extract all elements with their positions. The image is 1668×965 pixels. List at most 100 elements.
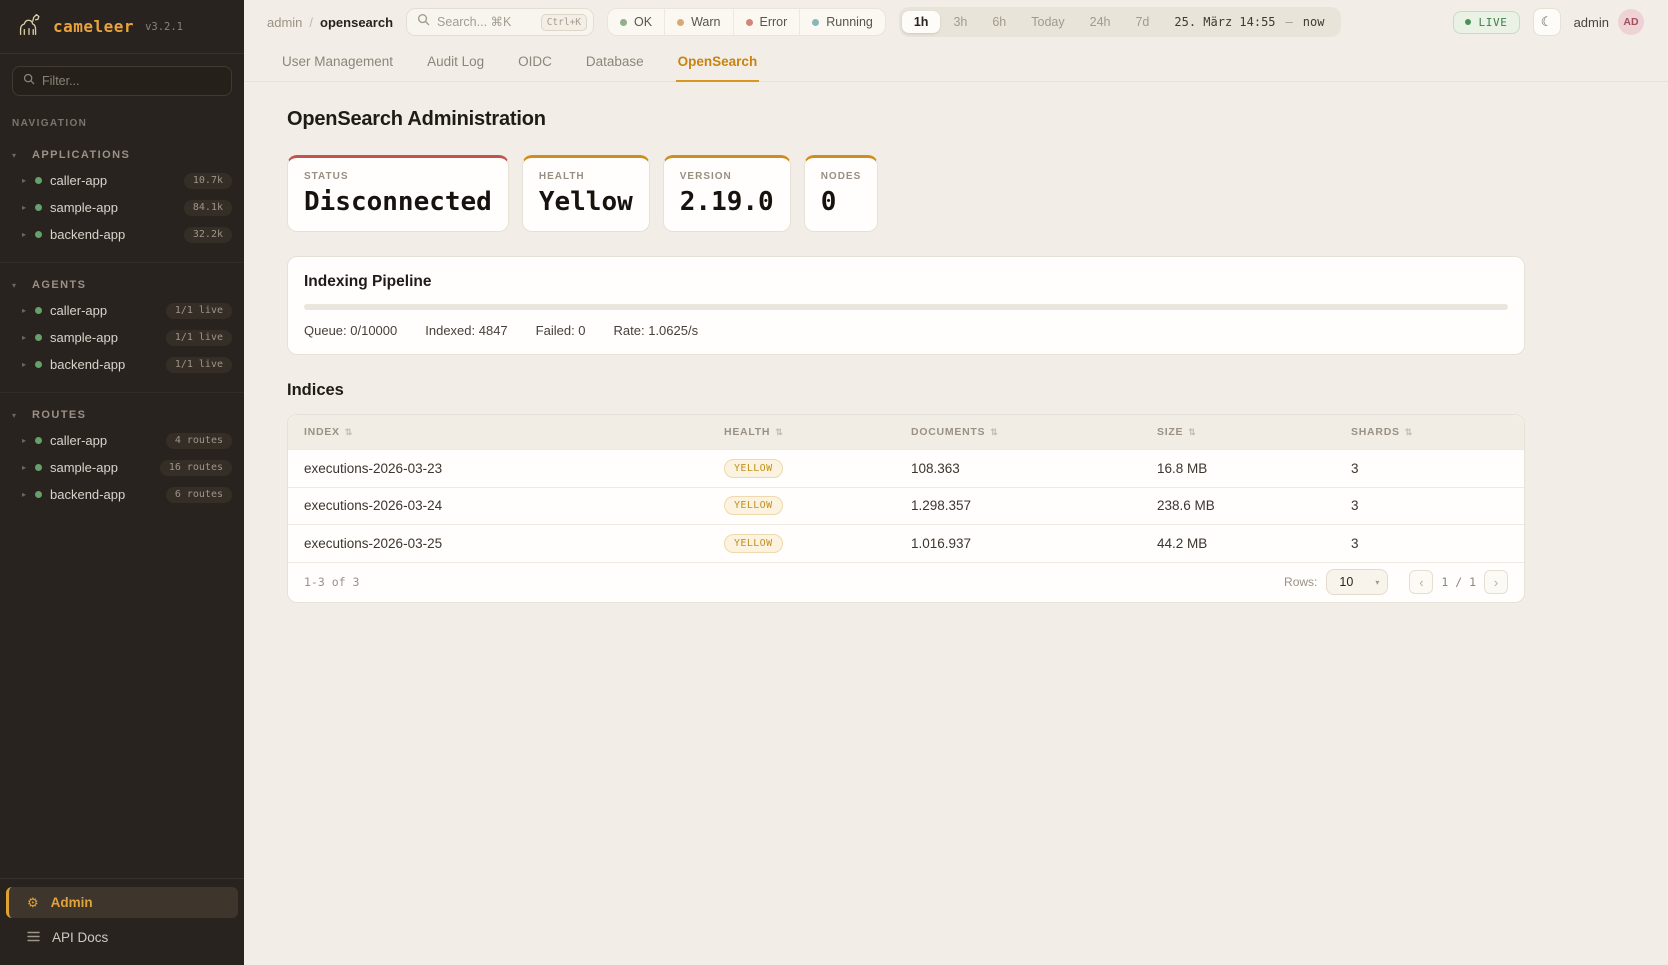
time-to: now <box>1303 15 1325 29</box>
cell-health: YELLOW <box>724 534 911 553</box>
column-header-documents[interactable]: DOCUMENTS ⇅ <box>911 426 1157 438</box>
group-header-agents[interactable]: ▾ AGENTS <box>0 273 244 297</box>
filter-running[interactable]: Running <box>799 9 885 35</box>
column-header-index[interactable]: INDEX ⇅ <box>304 426 724 438</box>
stat-cards-row: STATUS Disconnected HEALTH Yellow VERSIO… <box>287 155 1525 232</box>
table-row[interactable]: executions-2026-03-23 YELLOW 108.363 16.… <box>288 449 1524 487</box>
item-label: caller-app <box>50 303 107 318</box>
column-label: HEALTH <box>724 426 770 438</box>
status-dot <box>35 177 42 184</box>
sidebar-item-routes-caller-app[interactable]: ▸ caller-app 4 routes <box>0 427 244 454</box>
time-range-1h[interactable]: 1h <box>902 11 941 33</box>
breadcrumb-parent[interactable]: admin <box>267 15 302 30</box>
time-range-6h[interactable]: 6h <box>980 11 1018 33</box>
theme-toggle-button[interactable]: ☾ <box>1533 8 1561 36</box>
time-range-display[interactable]: 25. März 14:55 — now <box>1162 15 1338 29</box>
time-range-3h[interactable]: 3h <box>941 11 979 33</box>
column-header-health[interactable]: HEALTH ⇅ <box>724 426 911 438</box>
table-row[interactable]: executions-2026-03-25 YELLOW 1.016.937 4… <box>288 524 1524 562</box>
tab-user-management[interactable]: User Management <box>280 54 395 82</box>
live-label: LIVE <box>1478 16 1507 29</box>
rows-per-page-select[interactable]: 10 ▾ <box>1326 569 1388 595</box>
stat-value: Yellow <box>539 187 633 217</box>
breadcrumb-current: opensearch <box>320 15 393 30</box>
navigation-section-label: NAVIGATION <box>0 100 244 133</box>
brand-logo[interactable]: cameleer v3.2.1 <box>0 0 244 54</box>
previous-page-button[interactable]: ‹ <box>1409 570 1433 594</box>
app-root: cameleer v3.2.1 NAVIGATION ▾ APPLICATION… <box>0 0 1668 965</box>
sidebar-item-agents-backend-app[interactable]: ▸ backend-app 1/1 live <box>0 351 244 378</box>
status-dot <box>35 204 42 211</box>
item-badge: 1/1 live <box>166 357 232 373</box>
cell-documents: 1.298.357 <box>911 498 1157 513</box>
status-filter-group: OK Warn Error Running <box>607 8 886 36</box>
time-range-today[interactable]: Today <box>1019 11 1076 33</box>
nav-group-applications: ▾ APPLICATIONS ▸ caller-app 10.7k ▸ samp… <box>0 133 244 263</box>
tab-opensearch[interactable]: OpenSearch <box>676 54 760 82</box>
sidebar-item-routes-backend-app[interactable]: ▸ backend-app 6 routes <box>0 481 244 508</box>
sidebar-item-routes-sample-app[interactable]: ▸ sample-app 16 routes <box>0 454 244 481</box>
filter-error[interactable]: Error <box>733 9 800 35</box>
sidebar-item-agents-caller-app[interactable]: ▸ caller-app 1/1 live <box>0 297 244 324</box>
user-menu[interactable]: admin AD <box>1574 9 1644 35</box>
page-title: OpenSearch Administration <box>287 108 1525 131</box>
table-row[interactable]: executions-2026-03-24 YELLOW 1.298.357 2… <box>288 487 1524 525</box>
column-header-size[interactable]: SIZE ⇅ <box>1157 426 1351 438</box>
group-header-applications[interactable]: ▾ APPLICATIONS <box>0 143 244 167</box>
shortcut-hint: Ctrl+K <box>541 14 587 31</box>
stat-rate: Rate: 1.0625/s <box>614 323 699 338</box>
global-search[interactable]: Ctrl+K <box>406 8 594 36</box>
sidebar-item-admin[interactable]: ⚙ Admin <box>6 887 238 918</box>
content: OpenSearch Administration STATUS Disconn… <box>244 82 1668 603</box>
sidebar-item-applications-backend-app[interactable]: ▸ backend-app 32.2k <box>0 221 244 248</box>
filter-label: OK <box>634 15 652 29</box>
status-dot <box>35 464 42 471</box>
stat-value: 0 <box>821 187 862 217</box>
stat-card-status: STATUS Disconnected <box>287 155 509 232</box>
main-area: admin / opensearch Ctrl+K OK <box>244 0 1668 965</box>
pipeline-progress-bar <box>304 304 1508 310</box>
moon-icon: ☾ <box>1541 14 1553 30</box>
table-header-row: INDEX ⇅ HEALTH ⇅ DOCUMENTS ⇅ SIZE <box>288 415 1524 449</box>
next-page-button[interactable]: › <box>1484 570 1508 594</box>
time-range-24h[interactable]: 24h <box>1078 11 1123 33</box>
tab-database[interactable]: Database <box>584 54 646 82</box>
rows-per-page-label: Rows: <box>1284 575 1317 589</box>
cell-shards: 3 <box>1351 498 1508 513</box>
group-header-routes[interactable]: ▾ ROUTES <box>0 403 244 427</box>
search-input[interactable] <box>437 15 534 29</box>
sidebar-filter[interactable] <box>12 66 232 96</box>
filter-warn[interactable]: Warn <box>664 9 732 35</box>
status-dot <box>35 231 42 238</box>
indices-title: Indices <box>287 381 1525 400</box>
breadcrumb: admin / opensearch <box>267 15 393 30</box>
live-toggle[interactable]: LIVE <box>1453 11 1519 34</box>
item-badge: 1/1 live <box>166 303 232 319</box>
tab-oidc[interactable]: OIDC <box>516 54 554 82</box>
filter-input[interactable] <box>42 74 221 88</box>
item-badge: 10.7k <box>184 173 232 189</box>
sidebar-item-applications-sample-app[interactable]: ▸ sample-app 84.1k <box>0 194 244 221</box>
time-range-7d[interactable]: 7d <box>1123 11 1161 33</box>
live-dot-icon <box>1465 19 1471 25</box>
indices-table: INDEX ⇅ HEALTH ⇅ DOCUMENTS ⇅ SIZE <box>287 414 1525 603</box>
cell-documents: 108.363 <box>911 461 1157 476</box>
pipeline-stats: Queue: 0/10000 Indexed: 4847 Failed: 0 R… <box>304 323 1508 338</box>
camel-icon <box>14 9 44 44</box>
sidebar-item-applications-caller-app[interactable]: ▸ caller-app 10.7k <box>0 167 244 194</box>
sidebar-footer: ⚙ Admin API Docs <box>0 878 244 965</box>
filter-ok[interactable]: OK <box>608 9 664 35</box>
tab-audit-log[interactable]: Audit Log <box>425 54 486 82</box>
column-label: SHARDS <box>1351 426 1400 438</box>
item-label: sample-app <box>50 460 118 475</box>
stat-card-nodes: NODES 0 <box>804 155 879 232</box>
sidebar-item-agents-sample-app[interactable]: ▸ sample-app 1/1 live <box>0 324 244 351</box>
caret-right-icon: ▸ <box>22 436 35 445</box>
sort-icon: ⇅ <box>1405 427 1413 438</box>
status-dot <box>35 361 42 368</box>
caret-right-icon: ▸ <box>22 360 35 369</box>
column-header-shards[interactable]: SHARDS ⇅ <box>1351 426 1508 438</box>
status-dot <box>35 307 42 314</box>
sidebar-item-api-docs[interactable]: API Docs <box>6 922 238 953</box>
cell-size: 44.2 MB <box>1157 536 1351 551</box>
